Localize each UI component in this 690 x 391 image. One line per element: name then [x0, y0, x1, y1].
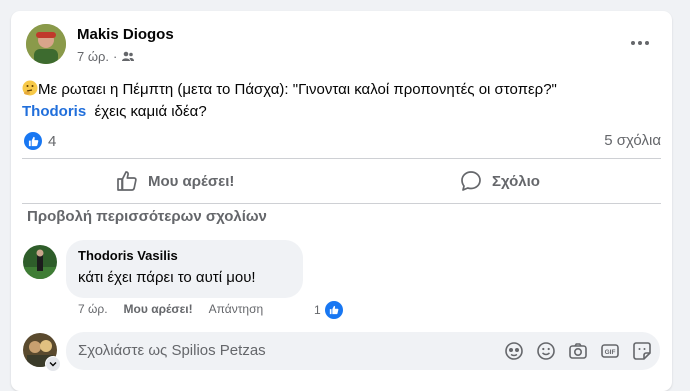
reactions-count: 4 [48, 132, 57, 150]
comment-reply-button[interactable]: Απάντηση [209, 302, 264, 316]
divider-bottom [22, 203, 661, 204]
view-more-comments[interactable]: Προβολή περισσότερων σχολίων [27, 208, 267, 225]
gif-icon[interactable]: GIF [598, 339, 622, 363]
avatar-sticker-icon[interactable] [502, 339, 526, 363]
post-time[interactable]: 7 ώρ. [77, 49, 109, 64]
comment-actions: 7 ώρ. Μου αρέσει! Απάντηση [78, 302, 263, 316]
comment-like-button[interactable]: Μου αρέσει! [124, 302, 193, 316]
comment-icon [460, 170, 482, 192]
meta-separator: · [113, 49, 118, 64]
comment-time[interactable]: 7 ώρ. [78, 302, 108, 316]
like-label: Μου αρέσει! [148, 172, 235, 190]
post-text: Με ρωταει η Πέμπτη (μετα το Πάσχα): "Γιν… [22, 79, 662, 123]
post-text-line2: έχεις καμιά ιδέα? [94, 103, 207, 120]
post-text-line1: Με ρωταει η Πέμπτη (μετα το Πάσχα): "Γιν… [38, 81, 557, 98]
account-switch-chevron-icon[interactable] [45, 356, 61, 372]
comment-author[interactable]: Thodoris Vasilis [78, 248, 178, 263]
comments-count[interactable]: 5 σχόλια [604, 132, 661, 149]
svg-text:GIF: GIF [605, 349, 616, 356]
more-options-icon[interactable] [625, 33, 655, 53]
thumbs-up-icon [116, 170, 138, 192]
comment-button[interactable]: Σχόλιο [460, 165, 540, 197]
post-meta: 7 ώρ. · [77, 49, 135, 64]
sticker-icon[interactable] [630, 339, 654, 363]
comment-reactions-count: 1 [314, 303, 321, 317]
comment-input[interactable]: Σχολιάστε ως Spilios Petzas GIF [66, 332, 660, 370]
comment-input-placeholder: Σχολιάστε ως Spilios Petzas [78, 342, 266, 359]
post-card: Makis Diogos 7 ώρ. · Με ρωταει η Πέμπτη … [11, 11, 672, 391]
composer-tools: GIF [502, 339, 654, 363]
camera-icon[interactable] [566, 339, 590, 363]
comment-reactions[interactable]: 1 [314, 299, 345, 321]
thinking-face-emoji [22, 80, 38, 96]
comment-like-reaction-icon [322, 299, 345, 321]
commenter-avatar[interactable] [23, 245, 57, 279]
divider-top [22, 158, 661, 159]
comment-label: Σχόλιο [492, 172, 540, 190]
comment-bubble: Thodoris Vasilis κάτι έχει πάρει το αυτί… [66, 240, 303, 298]
comment-text: κάτι έχει πάρει το αυτί μου! [78, 269, 256, 286]
mention-link[interactable]: Thodoris [22, 103, 86, 120]
like-button[interactable]: Μου αρέσει! [116, 165, 234, 197]
like-reaction-icon [24, 132, 42, 150]
friends-icon[interactable] [121, 50, 135, 64]
reactions-summary[interactable]: 4 [24, 132, 56, 150]
author-avatar[interactable] [26, 24, 66, 64]
author-name[interactable]: Makis Diogos [77, 26, 174, 43]
emoji-icon[interactable] [534, 339, 558, 363]
